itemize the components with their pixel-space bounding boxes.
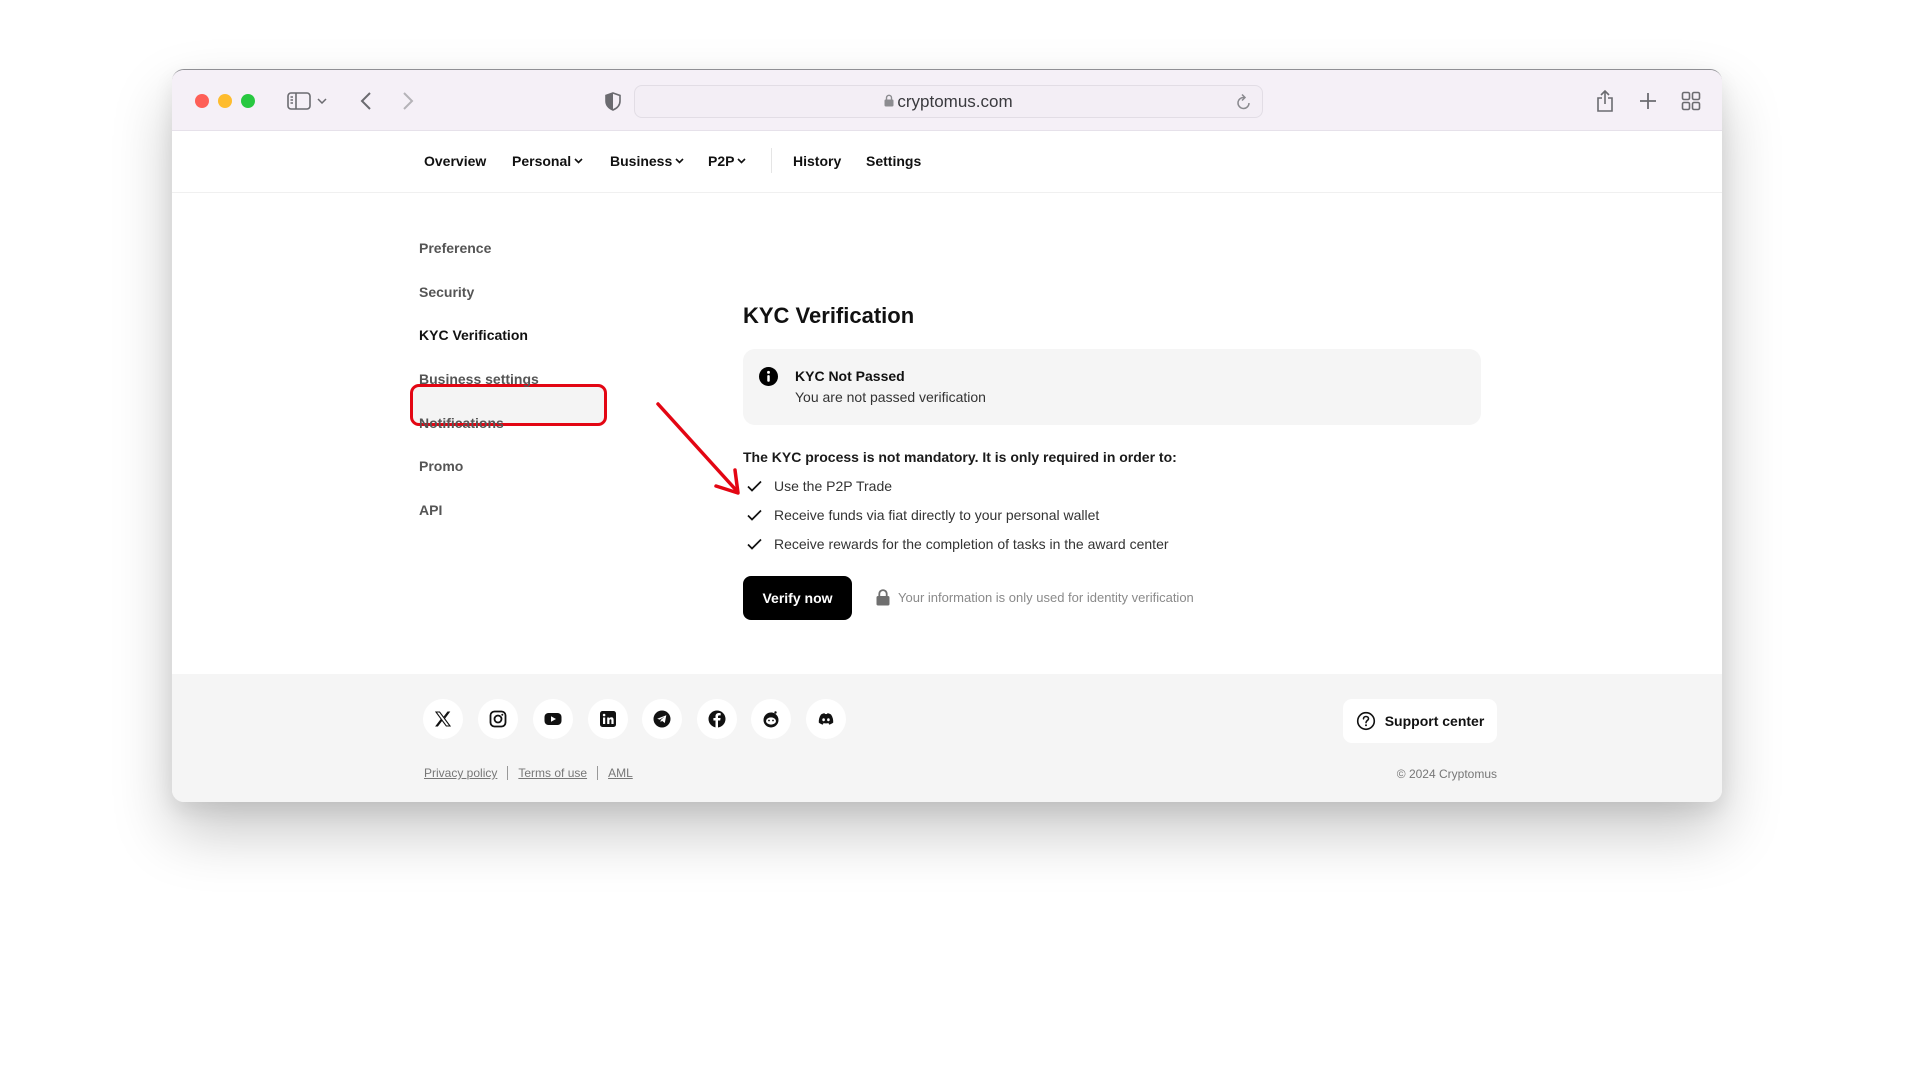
maximize-window-button[interactable] xyxy=(241,94,255,108)
youtube-icon xyxy=(544,713,562,725)
sidebar-item-promo[interactable]: Promo xyxy=(419,458,463,474)
footer-links: Privacy policy Terms of use AML xyxy=(424,766,633,780)
close-window-button[interactable] xyxy=(195,94,209,108)
support-center-label: Support center xyxy=(1384,713,1485,729)
share-icon[interactable] xyxy=(1594,87,1616,115)
main-content: Preference Security KYC Verification Bus… xyxy=(172,192,1722,674)
top-navigation: Overview Personal Business P2P History S… xyxy=(172,131,1722,192)
lock-icon xyxy=(876,589,890,606)
nav-label: Business xyxy=(610,153,673,169)
footer: Support center Privacy policy Terms of u… xyxy=(172,674,1722,802)
url-text: cryptomus.com xyxy=(897,91,1013,111)
minimize-window-button[interactable] xyxy=(218,94,232,108)
tab-overview-icon[interactable] xyxy=(1680,87,1702,115)
linkedin-icon xyxy=(600,711,616,727)
sidebar-item-notifications[interactable]: Notifications xyxy=(419,415,504,431)
check-icon xyxy=(747,480,762,492)
new-tab-icon[interactable] xyxy=(1638,87,1658,115)
check-icon xyxy=(747,509,762,521)
sidebar-item-security[interactable]: Security xyxy=(419,284,474,300)
address-bar[interactable]: cryptomus.com xyxy=(634,85,1263,118)
reddit-link[interactable] xyxy=(751,699,791,739)
arrow-shaft xyxy=(656,402,738,492)
requirement-item: Receive funds via fiat directly to your … xyxy=(747,507,1099,523)
nav-label: Overview xyxy=(424,153,487,169)
instagram-icon xyxy=(489,710,507,728)
nav-label: History xyxy=(793,153,842,169)
nav-business[interactable]: Business xyxy=(610,153,684,169)
check-icon xyxy=(747,538,762,550)
telegram-link[interactable] xyxy=(642,699,682,739)
nav-label: P2P xyxy=(708,153,735,169)
aml-link[interactable]: AML xyxy=(608,766,633,780)
nav-p2p[interactable]: P2P xyxy=(708,153,747,169)
x-link[interactable] xyxy=(423,699,463,739)
reddit-icon xyxy=(763,711,779,728)
sidebar-item-preference[interactable]: Preference xyxy=(419,240,491,256)
nav-label: Settings xyxy=(866,153,922,169)
telegram-icon xyxy=(653,710,671,728)
privacy-note-text: Your information is only used for identi… xyxy=(898,590,1194,605)
chevron-down-icon xyxy=(675,158,684,164)
forward-icon[interactable] xyxy=(398,87,418,115)
nav-personal[interactable]: Personal xyxy=(512,153,583,169)
reload-icon[interactable] xyxy=(1236,93,1252,116)
page-title: KYC Verification xyxy=(743,303,915,328)
discord-icon xyxy=(818,713,834,725)
nav-settings[interactable]: Settings xyxy=(866,153,921,169)
lock-icon xyxy=(884,94,894,107)
x-icon xyxy=(434,711,452,727)
kyc-intro-text: The KYC process is not mandatory. It is … xyxy=(743,449,1177,465)
requirement-text: Use the P2P Trade xyxy=(774,478,893,494)
back-icon[interactable] xyxy=(356,87,376,115)
sidebar-toggle-icon[interactable] xyxy=(286,87,312,115)
alert-text: You are not passed verification xyxy=(795,389,986,405)
info-icon xyxy=(759,367,778,386)
privacy-policy-link[interactable]: Privacy policy xyxy=(424,766,497,780)
facebook-icon xyxy=(708,710,726,728)
support-center-button[interactable]: Support center xyxy=(1343,699,1497,743)
discord-link[interactable] xyxy=(806,699,846,739)
requirement-item: Receive rewards for the completion of ta… xyxy=(747,536,1169,552)
link-separator xyxy=(597,766,599,780)
nav-overview[interactable]: Overview xyxy=(424,153,486,169)
sidebar-item-api[interactable]: API xyxy=(419,502,442,518)
linkedin-link[interactable] xyxy=(588,699,628,739)
requirement-text: Receive rewards for the completion of ta… xyxy=(774,536,1169,552)
link-separator xyxy=(507,766,509,780)
terms-of-use-link[interactable]: Terms of use xyxy=(518,766,587,780)
requirement-text: Receive funds via fiat directly to your … xyxy=(774,507,1100,523)
privacy-note: Your information is only used for identi… xyxy=(876,589,1194,606)
chevron-down-icon xyxy=(574,158,583,164)
sidebar-item-business-settings[interactable]: Business settings xyxy=(419,371,539,387)
facebook-link[interactable] xyxy=(697,699,737,739)
privacy-shield-icon[interactable] xyxy=(604,87,622,115)
youtube-link[interactable] xyxy=(533,699,573,739)
nav-history[interactable]: History xyxy=(793,153,841,169)
copyright-text: © 2024 Cryptomus xyxy=(1396,767,1497,781)
nav-divider xyxy=(771,148,772,173)
nav-label: Personal xyxy=(512,153,572,169)
sidebar-item-kyc-verification[interactable]: KYC Verification xyxy=(419,327,528,343)
chevron-down-icon xyxy=(737,158,747,164)
help-circle-icon xyxy=(1356,711,1375,731)
arrow-head xyxy=(714,468,740,495)
kyc-status-alert: KYC Not Passed You are not passed verifi… xyxy=(743,349,1481,425)
browser-window: cryptomus.com Overview Personal Business… xyxy=(172,69,1722,802)
browser-toolbar: cryptomus.com xyxy=(172,70,1722,131)
verify-now-button[interactable]: Verify now xyxy=(743,576,852,620)
chevron-down-icon[interactable] xyxy=(315,87,329,115)
requirement-item: Use the P2P Trade xyxy=(747,478,892,494)
instagram-link[interactable] xyxy=(478,699,518,739)
alert-title: KYC Not Passed xyxy=(795,368,905,384)
